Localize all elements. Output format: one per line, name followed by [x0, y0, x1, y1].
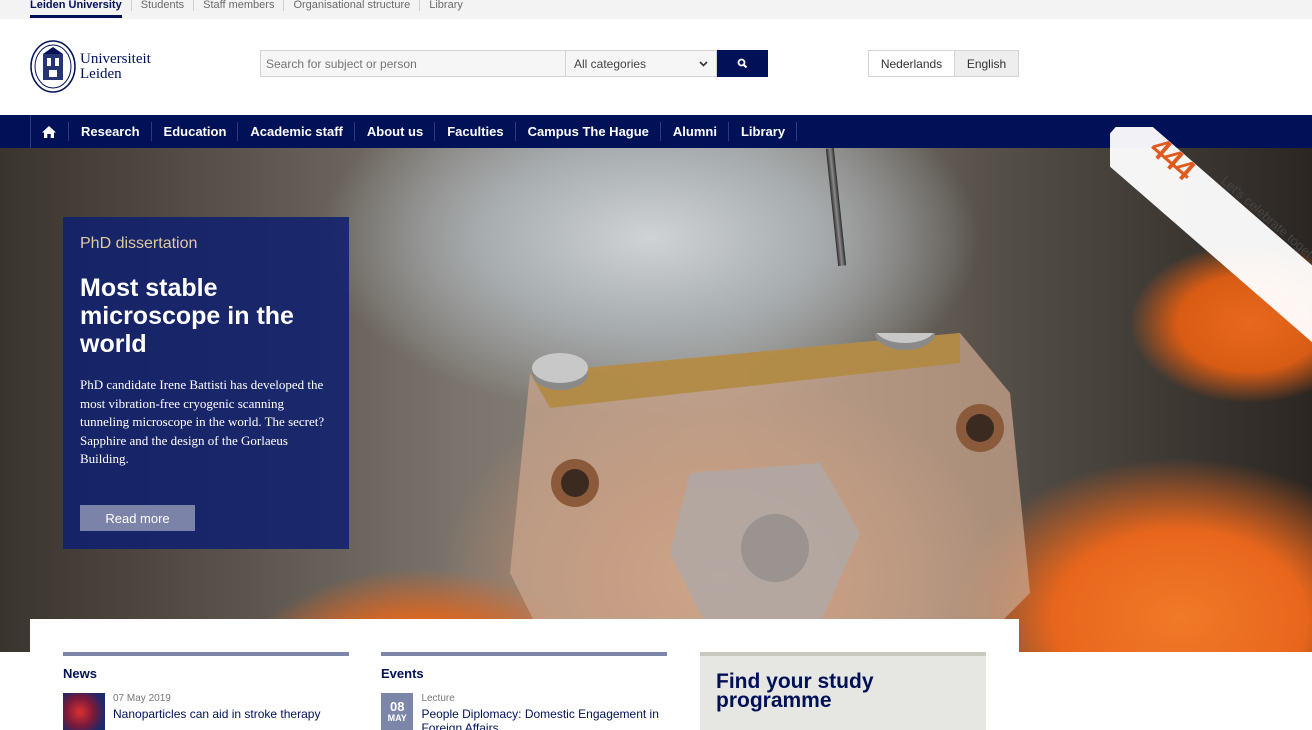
events-divider	[381, 652, 667, 656]
utility-links: Leiden University Students Staff members…	[30, 0, 472, 19]
event-month: MAY	[387, 713, 407, 723]
utility-link-leiden-university[interactable]: Leiden University	[30, 0, 131, 18]
category-select[interactable]: All categories	[565, 50, 717, 77]
news-item[interactable]: 07 May 2019 Nanoparticles can aid in str…	[63, 693, 320, 730]
language-nederlands-button[interactable]: Nederlands	[868, 50, 955, 77]
event-item[interactable]: 08 MAY Lecture People Diplomacy: Domesti…	[381, 693, 667, 730]
search-bar: All categories	[260, 50, 768, 77]
nav-item-research[interactable]: Research	[69, 115, 152, 148]
university-seal-icon	[30, 40, 76, 93]
logo-line-2: Leiden	[80, 65, 122, 82]
utility-link-staff-members[interactable]: Staff members	[193, 0, 283, 11]
content-panel: News 07 May 2019 Nanoparticles can aid i…	[30, 619, 1019, 730]
university-name: Universiteit Leiden	[80, 50, 151, 82]
study-programme-heading: Find your study programme	[716, 670, 874, 712]
site-header: Universiteit Leiden All categories Neder…	[0, 19, 1312, 115]
nav-item-faculties[interactable]: Faculties	[435, 115, 516, 148]
nav-home[interactable]	[30, 115, 69, 148]
news-headline[interactable]: Nanoparticles can aid in stroke therapy	[113, 707, 320, 721]
logo-line-1: Universiteit	[80, 50, 151, 67]
event-item-body: Lecture People Diplomacy: Domestic Engag…	[421, 693, 667, 730]
nav-item-academic-staff[interactable]: Academic staff	[238, 115, 356, 148]
news-divider	[63, 652, 349, 656]
nav-item-library[interactable]: Library	[729, 115, 798, 148]
study-programme-box[interactable]: Find your study programme	[700, 652, 986, 730]
news-heading[interactable]: News	[63, 666, 349, 681]
hero-feature-card: PhD dissertation Most stable microscope …	[63, 217, 349, 549]
anniversary-ribbon[interactable]: 444 Let's celebrate toget	[1110, 127, 1312, 357]
university-logo[interactable]: Universiteit Leiden	[30, 40, 151, 93]
events-heading[interactable]: Events	[381, 666, 667, 681]
language-switcher: Nederlands English	[868, 50, 1019, 77]
category-select-value: All categories	[574, 56, 647, 71]
nav-item-alumni[interactable]: Alumni	[661, 115, 730, 148]
search-input[interactable]	[260, 50, 565, 77]
utility-link-organisational-structure[interactable]: Organisational structure	[283, 0, 419, 11]
utility-bar: Leiden University Students Staff members…	[0, 0, 1312, 19]
hero-description: PhD candidate Irene Battisti has develop…	[80, 377, 325, 466]
search-icon	[737, 58, 748, 69]
nav-item-education[interactable]: Education	[152, 115, 239, 148]
main-nav-list: Research Education Academic staff About …	[30, 115, 798, 148]
news-column: News 07 May 2019 Nanoparticles can aid i…	[63, 652, 349, 730]
news-item-body: 07 May 2019 Nanoparticles can aid in str…	[113, 693, 320, 730]
event-date-badge: 08 MAY	[381, 693, 414, 730]
read-more-button[interactable]: Read more	[80, 505, 195, 531]
news-thumbnail	[63, 693, 105, 730]
home-icon	[42, 125, 56, 138]
nav-item-about-us[interactable]: About us	[355, 115, 436, 148]
event-type: Lecture	[421, 693, 455, 704]
hero-image-needle	[825, 148, 847, 267]
events-column: Events 08 MAY Lecture People Diplomacy: …	[381, 652, 667, 730]
ribbon-band	[1110, 127, 1312, 357]
event-headline[interactable]: People Diplomacy: Domestic Engagement in…	[421, 707, 667, 730]
hero-kicker: PhD dissertation	[80, 235, 198, 252]
news-date: 07 May 2019	[113, 693, 171, 704]
event-day: 08	[389, 699, 405, 714]
hero-image-microscope	[510, 333, 1030, 652]
hero-title[interactable]: Most stable microscope in the world	[80, 274, 330, 358]
search-button[interactable]	[717, 50, 768, 77]
language-english-button[interactable]: English	[955, 50, 1019, 77]
nav-item-campus-the-hague[interactable]: Campus The Hague	[516, 115, 662, 148]
utility-link-students[interactable]: Students	[130, 0, 193, 11]
chevron-down-icon	[699, 60, 708, 67]
utility-link-library[interactable]: Library	[419, 0, 472, 11]
